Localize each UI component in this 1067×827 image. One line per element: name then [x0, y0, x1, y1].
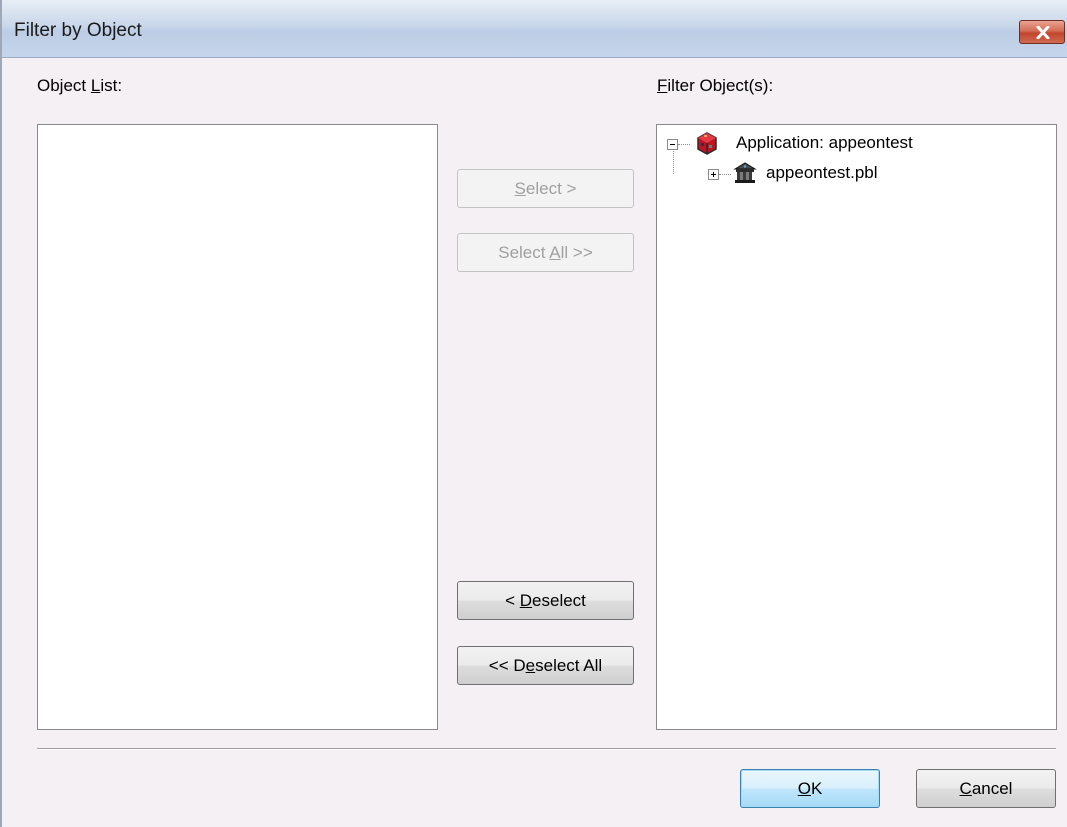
deselect-button[interactable]: < Deselect: [457, 581, 634, 620]
deselect-all-button[interactable]: << Deselect All: [457, 646, 634, 685]
ok-button[interactable]: OK: [740, 769, 880, 808]
application-icon: [697, 132, 717, 155]
tree-connector: [719, 174, 731, 175]
filter-by-object-dialog: Filter by Object Object List: Filter Obj…: [0, 0, 1067, 827]
select-all-button[interactable]: Select All >>: [457, 233, 634, 272]
select-button[interactable]: Select >: [457, 169, 634, 208]
filter-objects-tree[interactable]: Application: appeontest appeontest.pbl: [656, 124, 1057, 730]
tree-item-label: Application: appeontest: [736, 133, 913, 152]
tree-connector: [673, 151, 674, 174]
close-icon: [1036, 26, 1050, 39]
expand-icon[interactable]: [708, 169, 719, 180]
close-button[interactable]: [1019, 20, 1065, 44]
separator: [37, 748, 1056, 750]
window-title: Filter by Object: [14, 20, 142, 41]
collapse-icon[interactable]: [667, 139, 678, 150]
tree-connector: [678, 144, 690, 145]
object-list-label: Object List:: [37, 76, 123, 95]
tree-item-label: appeontest.pbl: [766, 163, 878, 182]
title-bar[interactable]: Filter by Object: [2, 0, 1067, 58]
filter-objects-label: Filter Object(s):: [657, 76, 774, 95]
object-list-box[interactable]: [37, 124, 438, 730]
cancel-button[interactable]: Cancel: [916, 769, 1056, 808]
library-icon: [733, 162, 757, 183]
